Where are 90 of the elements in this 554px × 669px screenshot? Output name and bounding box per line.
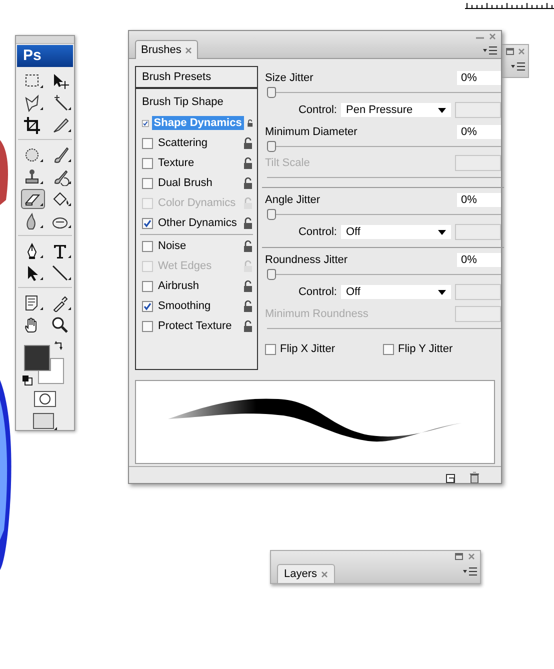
restore-icon: [455, 553, 463, 560]
app-logo: Ps: [17, 45, 73, 67]
setting-label: Tilt Scale: [265, 156, 310, 168]
foreground-color-swatch[interactable]: [24, 345, 50, 371]
brush-option[interactable]: Scattering: [156, 136, 240, 150]
line-icon: [51, 264, 71, 282]
slider-thumb[interactable]: [267, 269, 276, 280]
percent-field[interactable]: 0%: [457, 70, 501, 84]
checkbox[interactable]: [142, 240, 153, 252]
move-icon: [51, 72, 71, 90]
lock-icon: [243, 137, 253, 149]
brush-option[interactable]: Noise: [156, 239, 240, 253]
setting-label: Minimum Roundness: [265, 308, 368, 320]
checkbox-label: Flip X Jitter: [280, 343, 336, 355]
percent-field[interactable]: 0%: [457, 124, 501, 138]
checkbox[interactable]: [142, 138, 153, 148]
slider-thumb[interactable]: [267, 87, 276, 98]
dropdown-arrow-icon: [438, 230, 446, 234]
close-icon: [518, 48, 525, 55]
eyedropper-icon: [51, 294, 71, 312]
close-icon: [468, 553, 475, 560]
stamp-icon: [23, 168, 43, 186]
panel-menu-icon[interactable]: [463, 567, 477, 576]
trash-icon: [470, 472, 479, 482]
checkbox-label: Flip Y Jitter: [398, 343, 453, 355]
quick-mask-icon[interactable]: [34, 391, 56, 407]
control-dropdown[interactable]: Off: [341, 225, 451, 239]
crop-icon: [23, 116, 43, 134]
lock-icon: [243, 300, 253, 312]
lock-icon: [243, 240, 253, 252]
lock-icon: [243, 217, 253, 229]
layers-tab[interactable]: Layers: [277, 564, 336, 583]
checkbox[interactable]: [142, 300, 153, 312]
lock-icon: [243, 320, 253, 332]
checkbox[interactable]: [142, 218, 153, 228]
lock-icon: [243, 157, 253, 169]
lock-icon: [246, 117, 253, 129]
brush-option[interactable]: Texture: [156, 156, 240, 170]
lock-icon: [243, 197, 253, 209]
slider-thumb[interactable]: [267, 141, 276, 152]
brushes-tab[interactable]: Brushes: [135, 40, 198, 59]
type-icon: [51, 242, 71, 260]
lock-icon: [243, 260, 253, 272]
default-colors-icon[interactable]: [22, 375, 33, 386]
setting-label: Size Jitter: [265, 72, 314, 84]
control-dropdown[interactable]: Pen Pressure: [341, 103, 451, 117]
toolbox-grip[interactable]: [16, 36, 74, 44]
control-label: Control:: [298, 104, 337, 116]
tool-button[interactable]: [21, 189, 45, 209]
lock-icon: [243, 280, 253, 292]
close-icon: [185, 46, 192, 54]
checkbox[interactable]: [383, 344, 394, 354]
screen-mode-icon[interactable]: [33, 413, 57, 431]
background-color-swatch[interactable]: [38, 358, 64, 384]
close-icon: [489, 33, 496, 40]
dropdown-arrow-icon: [438, 108, 446, 112]
brush-option[interactable]: Dual Brush: [156, 176, 240, 190]
control-label: Control:: [298, 286, 337, 298]
slider-thumb[interactable]: [267, 209, 276, 220]
percent-field[interactable]: 0%: [457, 252, 501, 266]
setting-label: Roundness Jitter: [265, 254, 348, 266]
paint-bucket-icon: [51, 190, 71, 208]
checkbox[interactable]: [142, 178, 153, 188]
restore-icon: [506, 48, 514, 55]
checkbox[interactable]: [142, 320, 153, 332]
setting-label: Minimum Diameter: [265, 126, 358, 138]
notes-icon: [23, 294, 43, 312]
close-icon: [321, 570, 328, 578]
dropdown-arrow-icon: [438, 290, 446, 294]
swap-colors-icon[interactable]: [54, 341, 64, 351]
panel-menu-icon[interactable]: [483, 46, 497, 55]
checkbox[interactable]: [142, 118, 149, 128]
percent-field[interactable]: 0%: [457, 192, 501, 206]
lasso-icon: [23, 94, 43, 112]
checkbox[interactable]: [142, 280, 153, 292]
setting-label: Angle Jitter: [265, 194, 320, 206]
lock-icon: [243, 177, 253, 189]
brush-option[interactable]: Smoothing: [156, 299, 240, 313]
brush-presets-button[interactable]: Brush Presets: [136, 67, 257, 89]
checkbox[interactable]: [142, 158, 153, 168]
brush-option[interactable]: Airbrush: [156, 279, 240, 293]
brush-option[interactable]: Protect Texture: [156, 319, 240, 333]
control-label: Control:: [298, 226, 337, 238]
panel-menu-icon[interactable]: [511, 62, 525, 71]
checkbox[interactable]: [265, 344, 276, 354]
control-dropdown[interactable]: Off: [341, 285, 451, 299]
brush-tip-shape-item[interactable]: Brush Tip Shape: [136, 89, 257, 113]
brush-option[interactable]: Other Dynamics: [156, 216, 240, 230]
slice-icon: [51, 116, 71, 134]
marquee-icon: [23, 72, 43, 90]
